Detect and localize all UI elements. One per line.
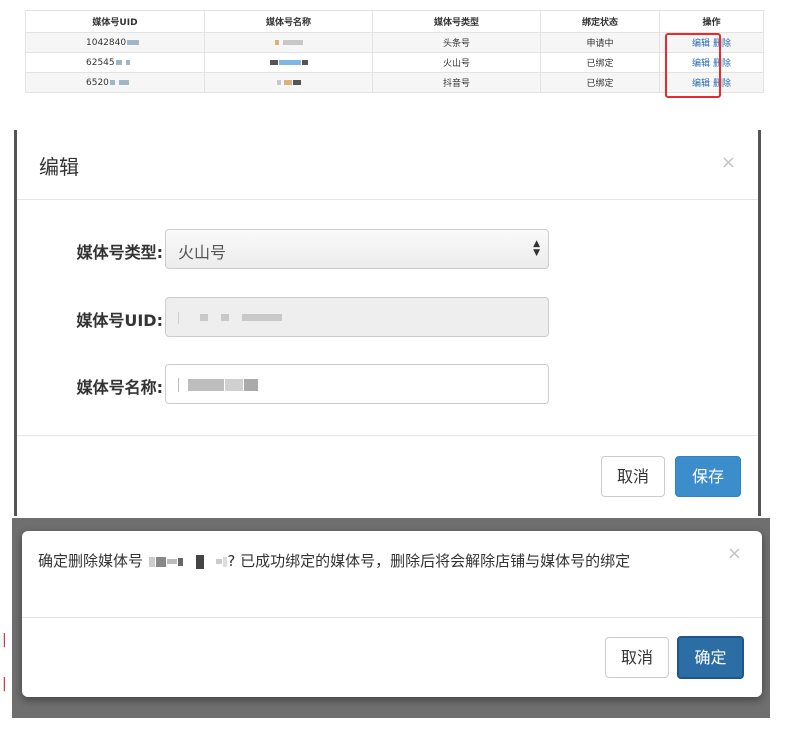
redacted-mark (178, 311, 179, 324)
redacted-mark (166, 559, 177, 564)
confirm-message-suffix: ? 已成功绑定的媒体号，删除后将会解除店铺与媒体号的绑定 (227, 552, 631, 570)
redacted-mark (302, 59, 308, 65)
edit-link[interactable]: 编辑 (692, 79, 710, 89)
header-type: 媒体号类型 (372, 10, 541, 33)
delete-confirm-dialog: 确定删除媒体号 ? 已成功绑定的媒体号，删除后将会解除店铺与媒体号的绑定 × 取… (22, 531, 762, 697)
cancel-button[interactable]: 取消 (601, 456, 665, 497)
status-cell: 已绑定 (540, 72, 660, 93)
redacted-mark (177, 557, 183, 566)
redacted-mark (284, 79, 293, 85)
uid-label: 媒体号UID: (76, 311, 163, 330)
name-label: 媒体号名称: (76, 378, 163, 397)
type-label: 媒体号类型: (76, 243, 163, 262)
edit-link[interactable]: 编辑 (692, 39, 710, 49)
confirm-message-prefix: 确定删除媒体号 (38, 552, 144, 570)
status-cell: 已绑定 (540, 52, 660, 73)
actions-cell: 编辑 删除 (659, 32, 764, 53)
uid-form-row: 媒体号UID: (17, 297, 758, 337)
redacted-mark (225, 378, 243, 391)
redacted-mark (127, 39, 140, 45)
redacted-mark (200, 314, 208, 321)
delete-link[interactable]: 删除 (713, 39, 731, 49)
edit-modal-header: 编辑 × (17, 130, 758, 200)
save-button[interactable]: 保存 (675, 456, 741, 497)
redacted-mark (276, 79, 281, 85)
edit-modal-footer: 取消 保存 (17, 435, 758, 517)
redacted-mark (188, 378, 224, 391)
type-cell: 抖音号 (372, 72, 541, 93)
redacted-mark (270, 59, 278, 65)
actions-cell: 编辑 删除 (659, 72, 764, 93)
name-cell (204, 32, 373, 53)
type-select[interactable]: 火山号 ▲ ▼ (165, 229, 549, 269)
uid-cell: 6520 (25, 72, 205, 93)
redacted-mark (125, 59, 130, 65)
uid-text: 1042840 (86, 37, 127, 48)
close-icon[interactable]: × (727, 543, 742, 564)
uid-text: 62545 (86, 57, 115, 68)
uid-text: 6520 (86, 77, 109, 88)
select-arrows-icon: ▲ ▼ (533, 239, 540, 258)
edit-modal-title: 编辑 (39, 155, 79, 179)
backdrop-glyph: | (2, 632, 7, 648)
redacted-account-name (148, 549, 228, 574)
uid-cell: 1042840 (25, 32, 205, 53)
redacted-mark (242, 314, 283, 321)
redacted-mark (115, 59, 122, 65)
delete-link[interactable]: 删除 (713, 59, 731, 69)
redacted-mark (148, 556, 155, 567)
type-cell: 火山号 (372, 52, 541, 73)
redacted-mark (155, 556, 166, 567)
confirm-message: 确定删除媒体号 ? 已成功绑定的媒体号，删除后将会解除店铺与媒体号的绑定 (38, 549, 718, 574)
redacted-mark (244, 378, 258, 391)
table-row: 62545 火山号 已绑定 编辑 删除 (25, 52, 764, 73)
header-status: 绑定状态 (540, 10, 660, 33)
edit-modal: 编辑 × 媒体号类型: 火山号 ▲ ▼ 媒体号UID: 媒体号名称: 取消 保存 (14, 130, 761, 516)
uid-input (165, 297, 549, 337)
redacted-mark (279, 59, 301, 65)
edit-link[interactable]: 编辑 (692, 59, 710, 69)
media-account-table: 媒体号UID 媒体号名称 媒体号类型 绑定状态 操作 1042840 头条号 申… (25, 10, 764, 93)
close-icon[interactable]: × (721, 152, 736, 173)
confirm-ok-button[interactable]: 确定 (677, 636, 744, 679)
table-row: 6520 抖音号 已绑定 编辑 删除 (25, 72, 764, 93)
table-header-row: 媒体号UID 媒体号名称 媒体号类型 绑定状态 操作 (25, 10, 764, 33)
redacted-mark (178, 377, 179, 392)
type-form-row: 媒体号类型: 火山号 ▲ ▼ (17, 229, 758, 269)
name-cell (204, 52, 373, 73)
delete-link[interactable]: 删除 (713, 79, 731, 89)
header-name: 媒体号名称 (204, 10, 373, 33)
redacted-mark (282, 39, 303, 45)
header-actions: 操作 (659, 10, 764, 33)
name-form-row: 媒体号名称: (17, 364, 758, 404)
redacted-mark (293, 79, 302, 85)
backdrop-glyph: | (2, 676, 7, 692)
media-account-table-panel: 媒体号UID 媒体号名称 媒体号类型 绑定状态 操作 1042840 头条号 申… (25, 10, 764, 93)
confirm-dialog-footer: 取消 确定 (22, 617, 762, 698)
redacted-mark (109, 79, 115, 85)
redacted-mark (221, 314, 230, 321)
redacted-mark (118, 79, 129, 85)
redacted-mark (275, 39, 280, 45)
confirm-cancel-button[interactable]: 取消 (605, 637, 669, 678)
actions-cell: 编辑 删除 (659, 52, 764, 73)
name-cell (204, 72, 373, 93)
name-input[interactable] (165, 364, 549, 404)
header-uid: 媒体号UID (25, 10, 205, 33)
type-select-value: 火山号 (178, 243, 227, 262)
redacted-mark (216, 559, 223, 564)
table-row: 1042840 头条号 申请中 编辑 删除 (25, 32, 764, 53)
redacted-mark (195, 554, 204, 569)
uid-cell: 62545 (25, 52, 205, 73)
type-cell: 头条号 (372, 32, 541, 53)
status-cell: 申请中 (540, 32, 660, 53)
